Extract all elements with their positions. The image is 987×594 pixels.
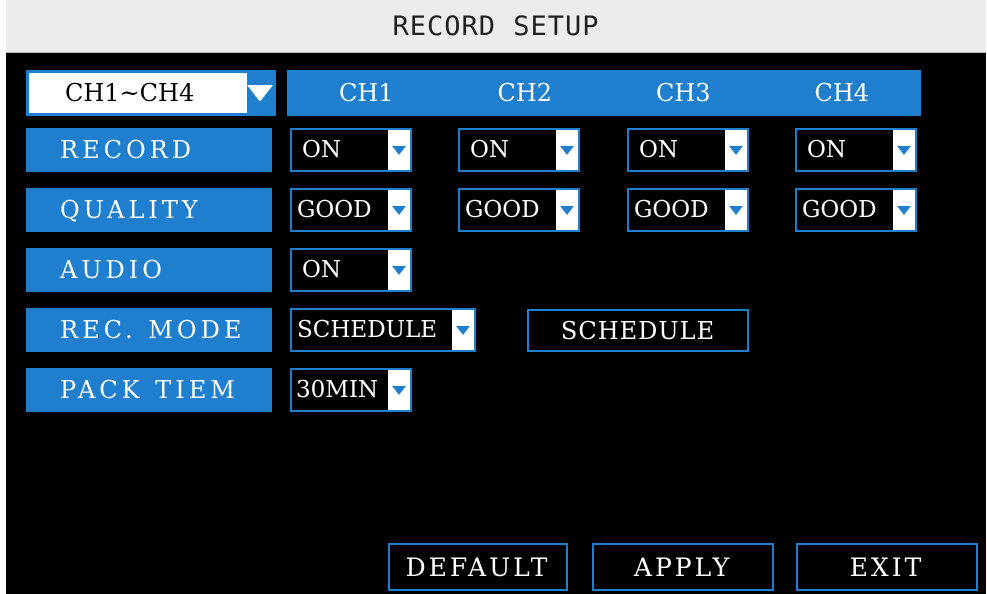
chevron-down-icon[interactable] [388,250,410,290]
schedule-button[interactable]: SCHEDULE [527,309,749,352]
chevron-down-icon[interactable] [725,190,747,230]
pack-time-value: 30MIN [296,377,379,403]
rec-mode-label: REC. MODE [26,308,272,352]
quality-value-ch3: GOOD [634,197,709,223]
chevron-down-icon[interactable] [893,130,915,170]
chevron-down-icon[interactable] [388,190,410,230]
channel-header-bar: CH1 CH2 CH3 CH4 [287,70,921,116]
record-select-ch4[interactable]: ON [795,128,917,172]
quality-select-ch1[interactable]: GOOD [290,188,412,232]
chevron-down-icon[interactable] [893,190,915,230]
record-label: RECORD [26,128,272,172]
chevron-down-icon[interactable] [556,130,578,170]
chevron-down-icon[interactable] [452,310,474,350]
record-value-ch1: ON [302,137,341,163]
record-select-ch2[interactable]: ON [458,128,580,172]
channel-header-ch1: CH1 [338,79,394,107]
channel-range-value: CH1~CH4 [29,73,247,113]
rec-mode-value: SCHEDULE [297,317,438,343]
quality-select-ch4[interactable]: GOOD [795,188,917,232]
chevron-down-icon[interactable] [388,130,410,170]
chevron-down-icon[interactable] [388,370,410,410]
apply-button[interactable]: APPLY [592,543,774,591]
record-value-ch2: ON [470,137,509,163]
quality-value-ch2: GOOD [465,197,540,223]
chevron-down-icon[interactable] [725,130,747,170]
audio-select[interactable]: ON [290,248,412,292]
chevron-down-icon[interactable] [556,190,578,230]
record-value-ch3: ON [639,137,678,163]
record-select-ch1[interactable]: ON [290,128,412,172]
audio-label: AUDIO [26,248,272,292]
quality-select-ch3[interactable]: GOOD [627,188,749,232]
channel-header-ch3: CH3 [655,79,711,107]
audio-value: ON [302,257,341,283]
channel-header-ch4: CH4 [814,79,870,107]
channel-range-select[interactable]: CH1~CH4 [26,70,276,116]
window-title: RECORD SETUP [6,0,986,53]
chevron-down-icon[interactable] [247,73,273,113]
quality-value-ch4: GOOD [802,197,877,223]
exit-button[interactable]: EXIT [796,543,978,591]
pack-time-label: PACK TIEM [26,368,272,412]
record-value-ch4: ON [807,137,846,163]
channel-header-ch2: CH2 [497,79,553,107]
default-button[interactable]: DEFAULT [388,543,568,591]
pack-time-select[interactable]: 30MIN [290,368,412,412]
quality-label: QUALITY [26,188,272,232]
quality-value-ch1: GOOD [297,197,372,223]
rec-mode-select[interactable]: SCHEDULE [290,308,476,352]
quality-select-ch2[interactable]: GOOD [458,188,580,232]
record-select-ch3[interactable]: ON [627,128,749,172]
